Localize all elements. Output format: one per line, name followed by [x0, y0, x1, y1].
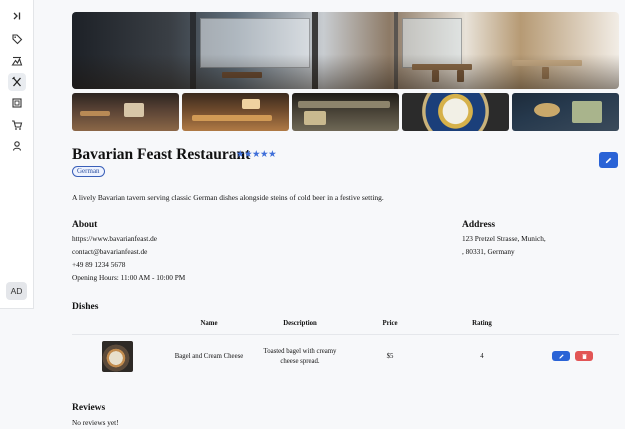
table-decor: [192, 115, 272, 121]
sidebar-item-users[interactable]: [8, 137, 26, 155]
trash-icon: [581, 353, 587, 359]
chevron-right-bar-icon: [13, 12, 21, 20]
star-rating: ★★★★★: [236, 149, 277, 160]
sidebar-item-orders[interactable]: [8, 116, 26, 134]
avatar[interactable]: AD: [6, 282, 27, 300]
photo-shade: [72, 12, 619, 89]
bowl-decor: [534, 103, 560, 117]
reviews-heading: Reviews: [72, 403, 106, 413]
about-heading: About: [72, 220, 98, 230]
plate-decor: [572, 101, 602, 123]
cuisine-badge: German: [72, 166, 105, 177]
edit-restaurant-button[interactable]: [599, 152, 618, 168]
tag-icon: [12, 34, 23, 45]
dishes-heading: Dishes: [72, 302, 99, 312]
thumbnail-5[interactable]: [512, 93, 619, 131]
dish-rating: 4: [480, 353, 484, 360]
reviews-empty-message: No reviews yet!: [72, 418, 119, 427]
sidebar-item-places[interactable]: [8, 52, 26, 70]
column-header-name: Name: [200, 320, 218, 327]
table-divider: [72, 334, 619, 335]
user-icon: [12, 141, 22, 151]
pencil-icon: [605, 157, 612, 163]
sidebar-item-restaurants[interactable]: [8, 73, 26, 91]
address-line-1: 123 Pretzel Strasse, Munich,: [462, 234, 546, 243]
phone-text: +49 89 1234 5678: [72, 260, 126, 269]
thumbnail-2[interactable]: [182, 93, 289, 131]
awning-decor: [298, 101, 390, 108]
dish-photo: [102, 341, 133, 372]
edit-dish-button[interactable]: [552, 351, 570, 361]
sidebar-item-tags[interactable]: [8, 30, 26, 48]
sidebar: AD: [0, 0, 34, 309]
photo-thumbnails: [72, 93, 619, 131]
column-header-rating: Rating: [472, 320, 492, 327]
bar-decor: [80, 111, 110, 116]
thumbnail-1[interactable]: [72, 93, 179, 131]
utensils-icon: [12, 76, 21, 87]
sidebar-item-menus[interactable]: [8, 94, 26, 112]
dish-name: Bagel and Cream Cheese: [174, 353, 244, 360]
screen-decor: [124, 103, 144, 117]
pencil-icon: [558, 353, 564, 359]
column-header-price: Price: [382, 320, 398, 327]
menu-board-icon: [12, 98, 22, 108]
window-decor: [304, 111, 326, 125]
hero-photo[interactable]: [72, 12, 619, 89]
column-header-description: Description: [283, 320, 317, 327]
dish-price: $5: [386, 353, 394, 360]
page-title: Bavarian Feast Restaurant: [72, 146, 251, 163]
dish-description-line-2: cheese spread.: [280, 358, 320, 365]
dish-description-line-1: Toasted bagel with creamy: [263, 348, 337, 355]
thumbnail-4[interactable]: [402, 93, 509, 131]
email-link[interactable]: contact@bavarianfeast.de: [72, 247, 147, 256]
light-decor: [242, 99, 260, 109]
website-link[interactable]: https://www.bavarianfeast.de: [72, 234, 157, 243]
delete-dish-button[interactable]: [575, 351, 593, 361]
cart-icon: [12, 120, 23, 130]
opening-hours: Opening Hours: 11:00 AM - 10:00 PM: [72, 273, 186, 282]
thumbnail-3[interactable]: [292, 93, 399, 131]
address-line-2: , 80331, Germany: [462, 247, 515, 256]
address-heading: Address: [462, 220, 496, 230]
restaurant-description: A lively Bavarian tavern serving classic…: [72, 193, 384, 202]
map-icon: [11, 56, 23, 66]
collapse-sidebar-button[interactable]: [8, 7, 26, 25]
